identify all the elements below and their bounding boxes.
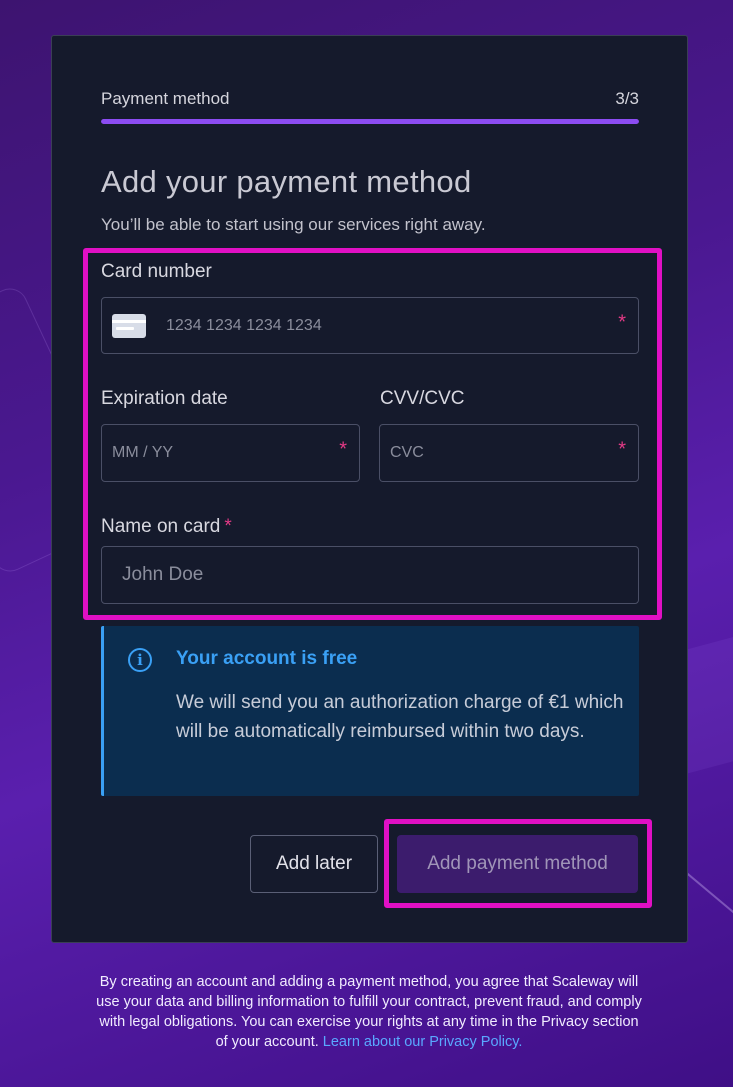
add-payment-method-button[interactable]: Add payment method [397, 835, 638, 893]
info-title: Your account is free [176, 648, 358, 669]
legal-footer: By creating an account and adding a paym… [95, 972, 643, 1052]
card-number-label-text: Card number [101, 261, 212, 282]
cvc-placeholder: CVC [390, 444, 424, 461]
info-icon: i [128, 648, 152, 672]
add-later-button[interactable]: Add later [250, 835, 378, 893]
name-on-card-label: Name on card * [101, 516, 232, 538]
credit-card-icon [112, 313, 146, 338]
card-number-input[interactable]: 1234 1234 1234 1234 * [101, 297, 639, 354]
info-text: We will send you an authorization charge… [176, 692, 624, 742]
progress-fill [101, 119, 639, 124]
card-number-label: Card number [101, 261, 212, 283]
expiration-label-text: Expiration date [101, 388, 228, 409]
privacy-policy-link[interactable]: Learn about our Privacy Policy. [323, 1034, 523, 1050]
page-title: Add your payment method [101, 164, 472, 199]
cvc-input[interactable]: CVC * [379, 424, 639, 482]
required-mark: * [224, 516, 232, 537]
card-number-placeholder: 1234 1234 1234 1234 [166, 316, 322, 334]
name-on-card-label-text: Name on card [101, 516, 221, 537]
required-mark: * [339, 438, 347, 461]
step-count: 3/3 [615, 89, 639, 108]
required-mark: * [618, 438, 626, 461]
progress-bar [101, 119, 639, 124]
cvc-label-text: CVV/CVC [380, 388, 465, 409]
expiration-label: Expiration date [101, 388, 228, 410]
expiration-placeholder: MM / YY [112, 444, 174, 461]
page-subtitle: You’ll be able to start using our servic… [101, 215, 486, 234]
cvc-label: CVV/CVC [380, 388, 464, 410]
payment-card-panel: Payment method 3/3 Add your payment meth… [51, 35, 688, 943]
step-label: Payment method [101, 89, 230, 108]
expiration-input[interactable]: MM / YY * [101, 424, 360, 482]
stepper-header: Payment method 3/3 [101, 89, 639, 109]
required-mark: * [618, 311, 626, 334]
info-callout: i Your account is free We will send you … [101, 626, 639, 796]
name-on-card-placeholder: John Doe [122, 564, 204, 585]
name-on-card-input[interactable]: John Doe [101, 546, 639, 604]
